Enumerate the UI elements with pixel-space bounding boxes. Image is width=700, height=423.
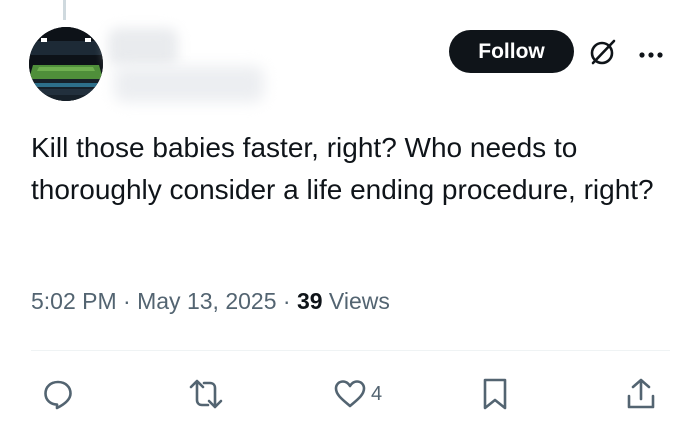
separator-dot: ·: [123, 288, 131, 314]
bookmark-button[interactable]: [481, 377, 509, 411]
views-label: Views: [328, 288, 390, 314]
separator-dot: ·: [282, 288, 291, 314]
follow-button[interactable]: Follow: [449, 30, 574, 73]
reply-button[interactable]: [42, 377, 74, 411]
more-options-icon[interactable]: [638, 46, 664, 58]
handle-blur: [114, 66, 264, 102]
like-count: 4: [371, 382, 383, 405]
retweet-button[interactable]: [188, 377, 224, 411]
thread-connector-line: [63, 0, 66, 20]
display-name-blur: [108, 28, 178, 66]
share-button[interactable]: [625, 377, 657, 411]
like-button[interactable]: 4: [333, 377, 382, 411]
author-name-redacted[interactable]: [108, 28, 268, 108]
share-icon: [627, 378, 655, 409]
tweet-text: Kill those babies faster, right? Who nee…: [31, 132, 654, 205]
grok-icon[interactable]: [587, 36, 619, 68]
tweet-time[interactable]: 5:02 PM: [31, 288, 117, 314]
retweet-icon: [189, 379, 223, 409]
views-count: 39: [296, 288, 323, 314]
avatar[interactable]: [29, 27, 103, 101]
divider: [31, 350, 670, 351]
stadium-avatar-icon: [29, 27, 103, 101]
tweet-date[interactable]: May 13, 2025: [137, 288, 276, 314]
like-icon: [334, 380, 366, 408]
reply-icon: [44, 380, 72, 410]
bookmark-icon: [483, 378, 507, 410]
tweet-metadata: 5:02 PM · May 13, 2025 · 39 Views: [31, 284, 390, 318]
